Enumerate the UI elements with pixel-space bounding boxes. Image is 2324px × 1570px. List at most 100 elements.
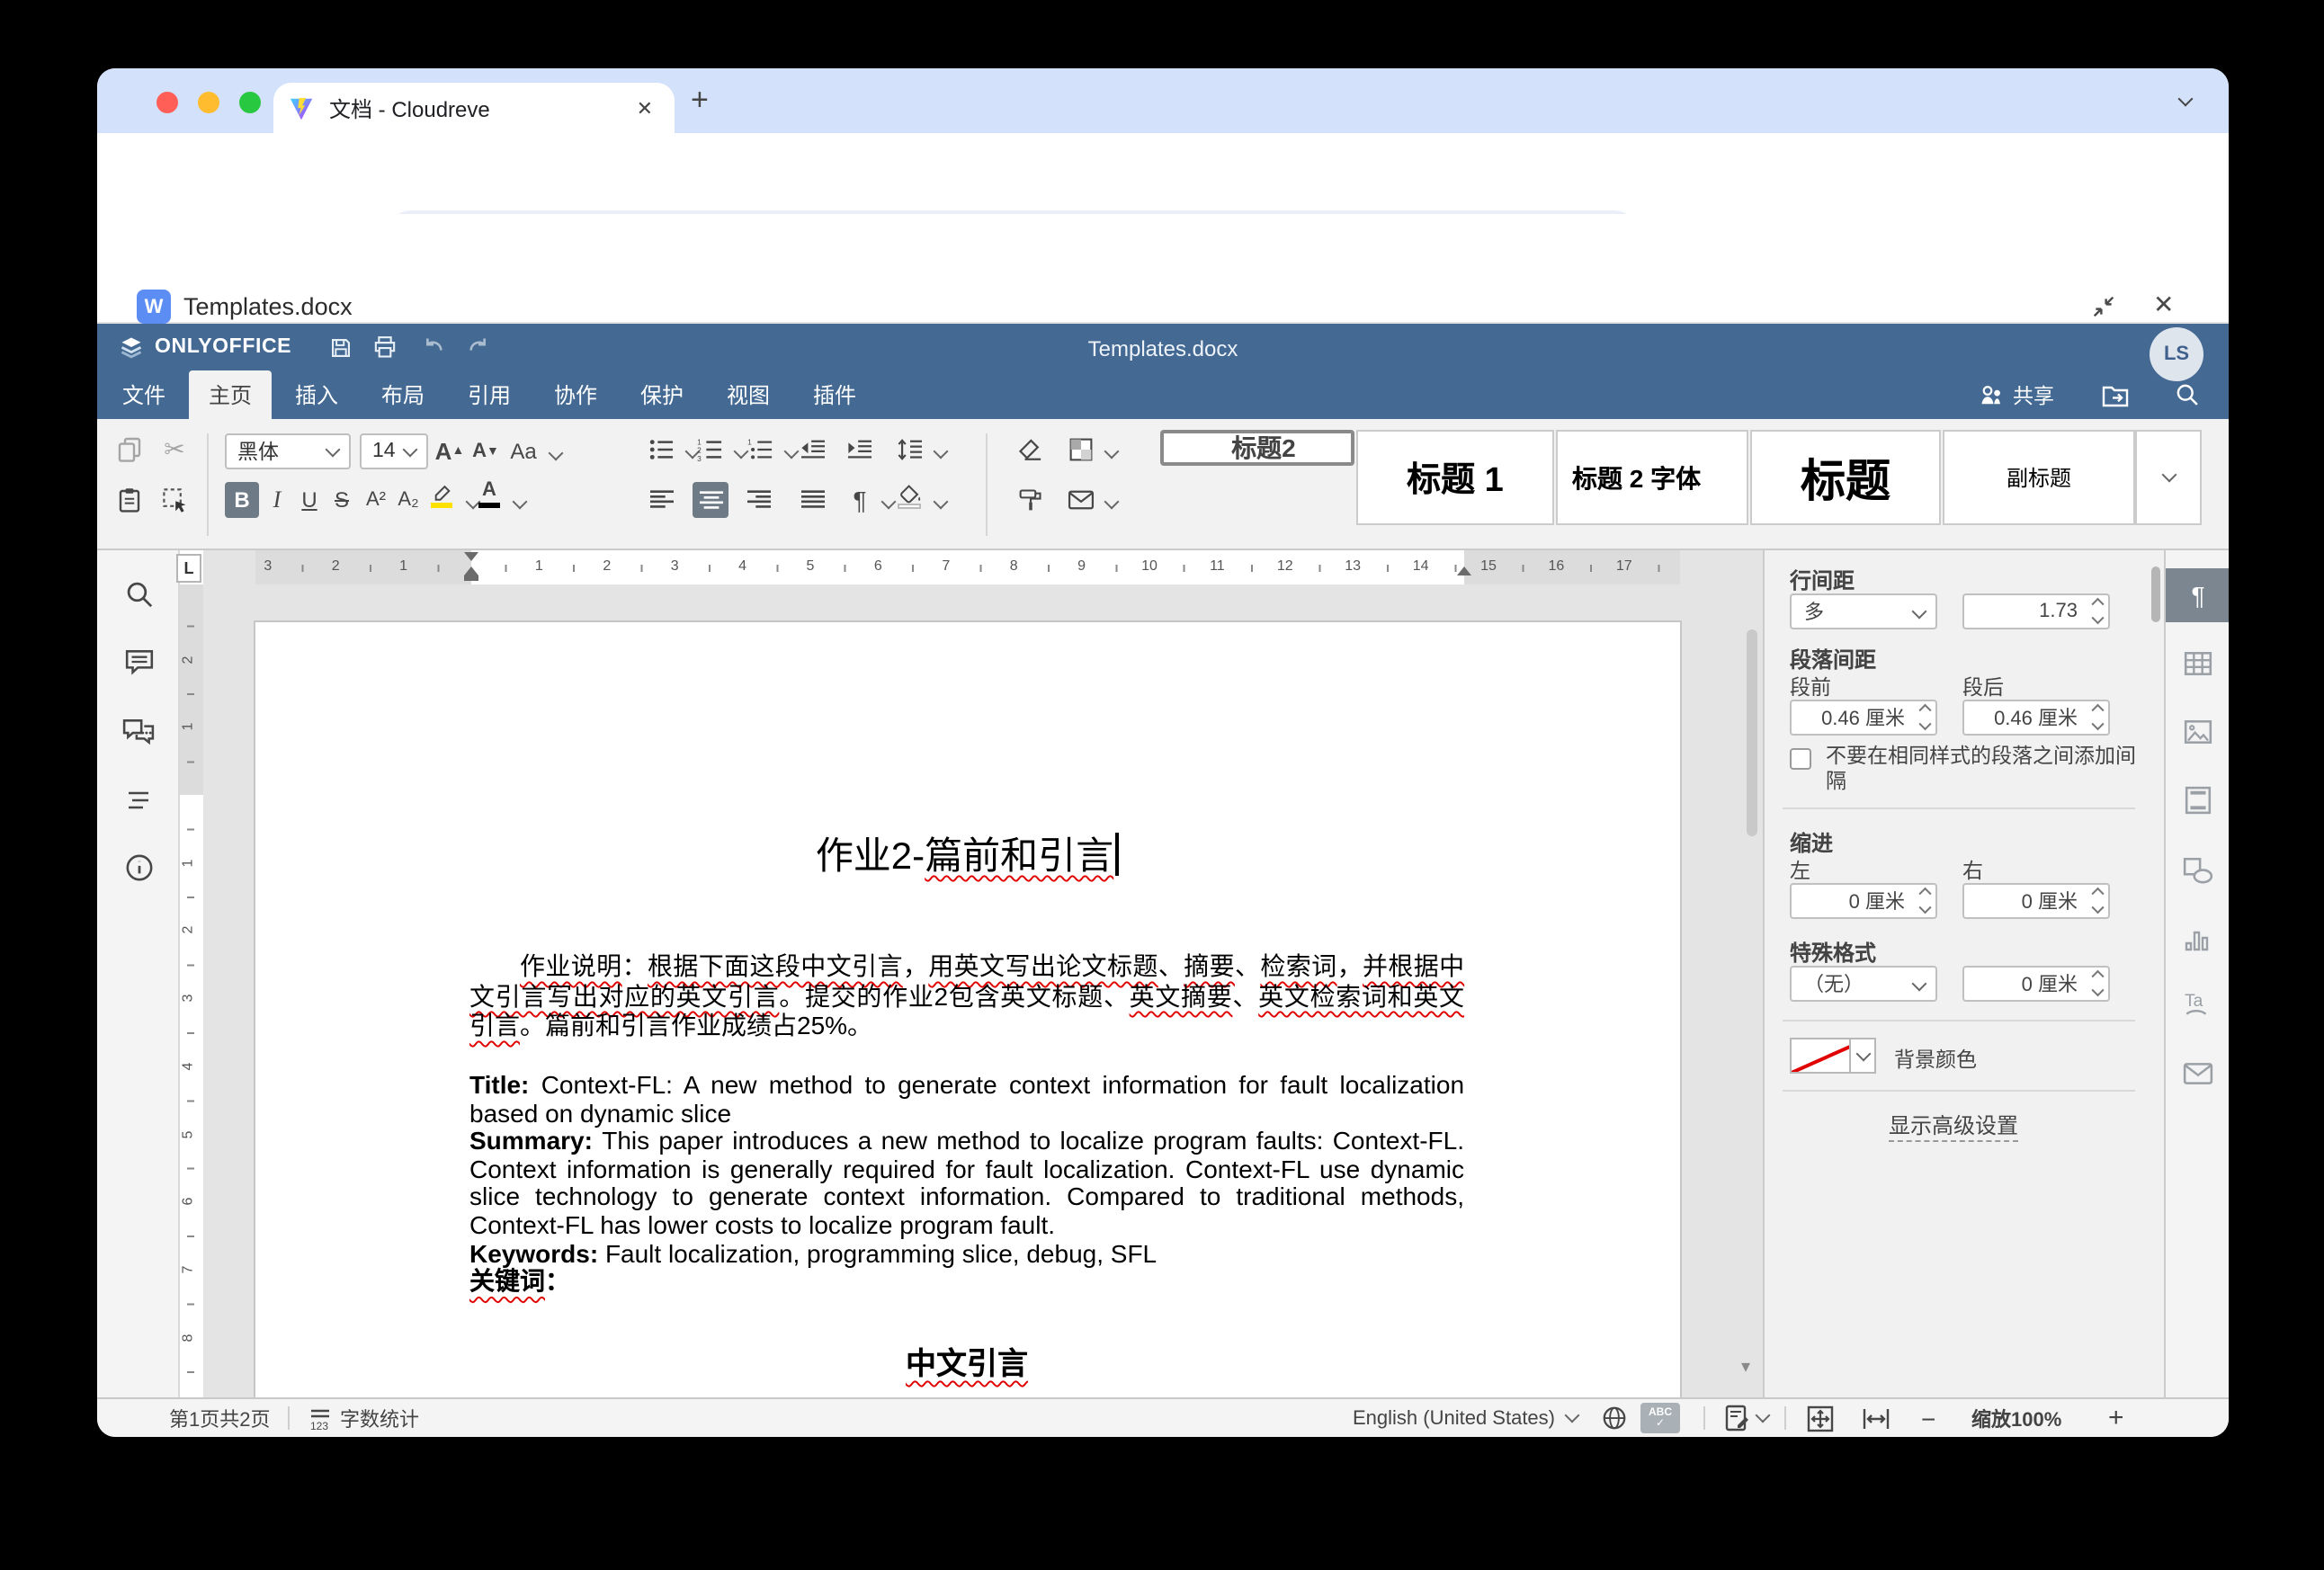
special-format-select[interactable]: （无） bbox=[1790, 966, 1937, 1002]
doc-section-heading[interactable]: 中文引言 bbox=[469, 1338, 1464, 1383]
menu-tab-plugins[interactable]: 插件 bbox=[813, 370, 856, 419]
scroll-down-icon[interactable]: ▾ bbox=[1741, 1358, 1750, 1378]
word-count-icon[interactable]: 123 bbox=[308, 1399, 333, 1437]
redo-icon[interactable] bbox=[459, 324, 498, 370]
copy-icon[interactable] bbox=[115, 435, 144, 464]
new-tab-button[interactable]: + bbox=[691, 86, 709, 115]
about-icon[interactable] bbox=[119, 847, 158, 887]
print-icon[interactable] bbox=[365, 324, 405, 370]
share-button[interactable]: 共享 bbox=[1979, 370, 2054, 419]
subscript-button[interactable]: A₂ bbox=[398, 489, 418, 511]
italic-button[interactable]: I bbox=[273, 486, 282, 514]
align-center-button[interactable] bbox=[693, 482, 728, 518]
text-art-settings-icon[interactable]: Ta bbox=[2182, 989, 2212, 1018]
user-avatar[interactable]: LS bbox=[2150, 327, 2203, 381]
increase-font-icon[interactable]: A▲ bbox=[435, 438, 465, 465]
special-amount-spinner[interactable]: 0 厘米 bbox=[1962, 966, 2110, 1002]
style-title[interactable]: 标题 bbox=[1750, 430, 1941, 525]
chat-icon[interactable] bbox=[119, 712, 158, 752]
decrease-indent-icon[interactable] bbox=[800, 438, 827, 461]
traffic-light-zoom[interactable] bbox=[239, 92, 261, 113]
menu-tab-file[interactable]: 文件 bbox=[122, 370, 165, 419]
cut-icon[interactable]: ✂ bbox=[164, 434, 184, 465]
tab-close-icon[interactable]: ✕ bbox=[630, 93, 660, 123]
align-left-icon[interactable] bbox=[648, 488, 675, 512]
multilevel-list-icon[interactable]: 1 bbox=[747, 438, 774, 461]
track-changes-icon[interactable] bbox=[1725, 1399, 1768, 1437]
numbered-list-icon[interactable]: 123 bbox=[697, 438, 724, 461]
chart-settings-icon[interactable] bbox=[2183, 925, 2212, 952]
paragraph-settings-tab[interactable]: ¶ bbox=[2166, 568, 2229, 622]
fit-page-icon[interactable] bbox=[1806, 1399, 1835, 1437]
align-right-icon[interactable] bbox=[746, 488, 773, 512]
highlight-color-icon[interactable] bbox=[431, 481, 454, 508]
menu-tab-insert[interactable]: 插入 bbox=[295, 370, 338, 419]
traffic-light-close[interactable] bbox=[156, 92, 178, 113]
mail-merge-settings-icon[interactable] bbox=[2182, 1062, 2212, 1085]
line-spacing-value-spinner[interactable]: 1.73 bbox=[1962, 593, 2110, 629]
indent-left-spinner[interactable]: 0 厘米 bbox=[1790, 883, 1937, 919]
comments-icon[interactable] bbox=[119, 642, 158, 682]
no-space-checkbox-label[interactable]: 不要在相同样式的段落之间添加间隔 bbox=[1826, 745, 2146, 795]
background-color-swatch[interactable] bbox=[1790, 1038, 1851, 1074]
zoom-out-button[interactable]: − bbox=[1921, 1399, 1935, 1437]
nonprinting-chars-chevron-icon[interactable] bbox=[881, 495, 897, 510]
menu-tab-references[interactable]: 引用 bbox=[468, 370, 511, 419]
doc-english-paragraph[interactable]: Title: Context-FL: A new method to gener… bbox=[469, 1072, 1464, 1297]
change-case-chevron-icon[interactable] bbox=[549, 446, 564, 461]
background-color-chevron-icon[interactable] bbox=[1851, 1038, 1876, 1074]
mail-merge-chevron-icon[interactable] bbox=[1104, 495, 1120, 510]
shading-bucket-chevron-icon[interactable] bbox=[934, 495, 949, 510]
image-settings-icon[interactable] bbox=[2182, 718, 2212, 745]
bullet-list-icon[interactable] bbox=[648, 438, 675, 461]
select-all-icon[interactable] bbox=[160, 486, 189, 514]
spellcheck-language-icon[interactable] bbox=[1601, 1399, 1628, 1437]
indent-right-spinner[interactable]: 0 厘米 bbox=[1962, 883, 2110, 919]
vertical-ruler[interactable]: 2112345678 bbox=[180, 584, 203, 1397]
menu-tab-protection[interactable]: 保护 bbox=[640, 370, 684, 419]
multilevel-list-chevron-icon[interactable] bbox=[784, 444, 800, 459]
style-heading2-char[interactable]: 标题 2 字体 bbox=[1556, 430, 1748, 525]
decrease-font-icon[interactable]: A▼ bbox=[472, 441, 499, 462]
increase-indent-icon[interactable] bbox=[846, 438, 873, 461]
line-spacing-chevron-icon[interactable] bbox=[934, 444, 949, 459]
font-size-select[interactable]: 14 bbox=[360, 433, 428, 469]
open-file-location-icon[interactable] bbox=[2101, 370, 2130, 419]
line-spacing-icon[interactable] bbox=[897, 438, 924, 461]
style-heading1[interactable]: 标题 1 bbox=[1356, 430, 1554, 525]
undo-icon[interactable] bbox=[414, 324, 453, 370]
font-color-chevron-icon[interactable] bbox=[513, 495, 528, 510]
styles-gallery-expand[interactable] bbox=[2135, 430, 2202, 525]
spellcheck-toggle[interactable]: ABC✓ bbox=[1640, 1399, 1680, 1437]
spacing-before-spinner[interactable]: 0.46 厘米 bbox=[1790, 700, 1937, 736]
header-footer-settings-icon[interactable] bbox=[2184, 786, 2211, 815]
clear-style-icon[interactable] bbox=[1017, 438, 1044, 461]
nonprinting-chars-icon[interactable]: ¶ bbox=[853, 486, 866, 514]
fit-width-icon[interactable] bbox=[1862, 1399, 1890, 1437]
justify-icon[interactable] bbox=[800, 488, 827, 512]
document-canvas[interactable]: 作业2-篇前和引言 作业说明：根据下面这段中文引言，用英文写出论文标题、摘要、检… bbox=[203, 584, 1763, 1397]
shading-bucket-icon[interactable] bbox=[898, 484, 923, 509]
traffic-light-minimize[interactable] bbox=[198, 92, 219, 113]
tab-search-chevron-icon[interactable] bbox=[2178, 92, 2194, 107]
paragraph-color-chevron-icon[interactable] bbox=[1104, 444, 1120, 459]
collapse-icon[interactable] bbox=[2090, 293, 2117, 320]
tab-stop-selector[interactable]: L bbox=[176, 554, 201, 583]
bold-button[interactable]: B bbox=[225, 482, 259, 518]
font-color-icon[interactable]: A bbox=[478, 481, 500, 508]
spacing-after-spinner[interactable]: 0.46 厘米 bbox=[1962, 700, 2110, 736]
right-indent-marker[interactable] bbox=[1457, 566, 1471, 575]
table-settings-icon[interactable] bbox=[2182, 650, 2212, 677]
left-indent-marker[interactable] bbox=[464, 575, 478, 581]
change-case-icon[interactable]: Aa bbox=[510, 439, 536, 464]
no-space-checkbox[interactable] bbox=[1790, 748, 1811, 770]
doc-title-line[interactable]: 作业2-篇前和引言 bbox=[469, 827, 1464, 881]
numbered-list-chevron-icon[interactable] bbox=[734, 444, 749, 459]
browser-tab[interactable]: 文档 - Cloudreve ✕ bbox=[273, 83, 675, 133]
strikethrough-button[interactable]: S bbox=[335, 487, 349, 513]
mail-merge-icon[interactable] bbox=[1068, 489, 1095, 511]
doc-chinese-paragraph[interactable]: 作业说明：根据下面这段中文引言，用英文写出论文标题、摘要、检索词，并根据中文引言… bbox=[469, 951, 1464, 1040]
superscript-button[interactable]: A² bbox=[366, 489, 386, 511]
save-icon[interactable] bbox=[320, 324, 360, 370]
paste-icon[interactable] bbox=[115, 486, 144, 514]
